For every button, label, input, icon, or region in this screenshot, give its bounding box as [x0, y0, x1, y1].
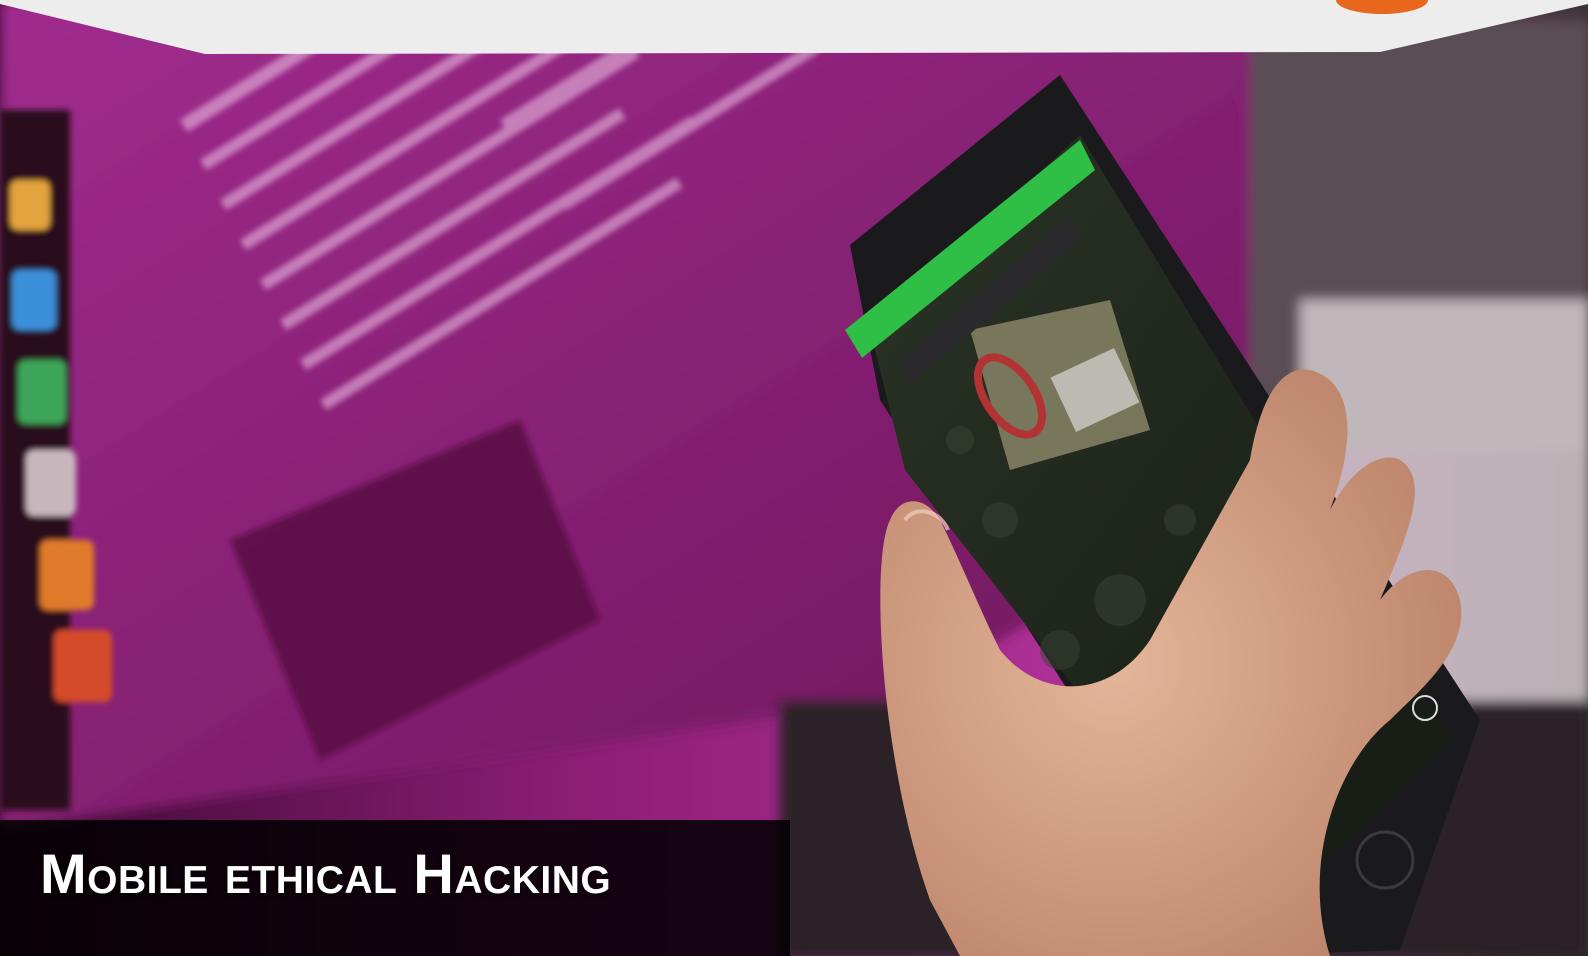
hero-photo	[0, 0, 1588, 956]
caption-title: Mobile ethical Hacking	[40, 842, 612, 905]
slide: Mobile ethical Hacking	[0, 0, 1588, 956]
top-banner	[0, 0, 1588, 54]
